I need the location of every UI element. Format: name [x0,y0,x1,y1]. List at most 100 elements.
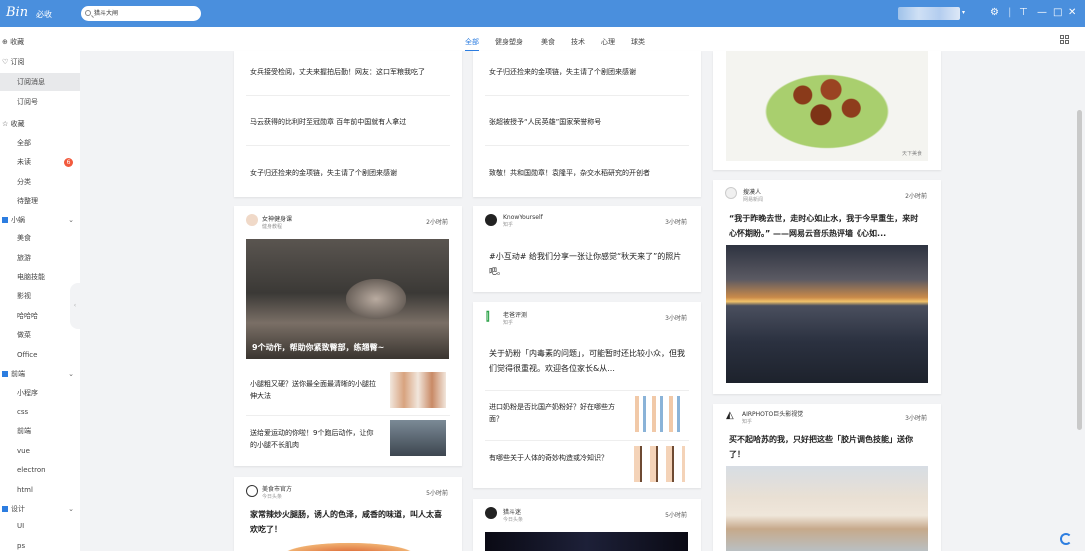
related-item[interactable]: 有哪些关于人体的奇妙构造或冷知识？ [489,452,619,464]
related-item[interactable]: 进口奶粉是否比国产奶粉好？好在哪些方面？ [489,401,619,425]
sidebar-collapse-handle[interactable]: ‹ [70,283,80,329]
close-icon[interactable]: ✕ [1068,6,1076,20]
sidebar-item-haha[interactable]: 哈哈哈 [0,307,80,325]
search-input[interactable]: 猎斗大闸 [81,6,201,21]
sidebar-item-food[interactable]: 美食 [0,229,80,247]
sidebar-item-category[interactable]: 分类 [0,173,80,191]
related-thumbnail[interactable] [629,446,685,482]
sidebar-item-movies[interactable]: 影视 [0,287,80,305]
scrollbar[interactable] [1077,110,1082,430]
image-credit: 天下美食 [901,151,922,157]
app-logo: Bin [6,5,29,20]
maximize-icon[interactable]: □ [1053,6,1062,20]
source-avatar [485,507,497,519]
divider [246,145,450,146]
sidebar-group-design[interactable]: 设计 ⌄ [0,500,80,518]
search-value: 猎斗大闸 [94,10,119,17]
sidebar-collect[interactable]: ☆ 收藏 [0,115,80,133]
settings-icon[interactable]: ⚙ [990,6,999,20]
sidebar-item-ps[interactable]: ps [0,537,80,551]
sidebar-item-electron[interactable]: electron [0,461,80,479]
source-name[interactable]: AIRPHOTO巨头影视觉 知乎 [742,409,803,425]
user-avatar[interactable] [898,7,960,20]
article-title[interactable]: “我于昨晚去世，走时心如止水，我于今早重生，来时心怀期盼。” ——网易云音乐热评… [729,211,925,241]
source-name[interactable]: KnowYourself 知乎 [503,214,543,228]
post-time: 2小时前 [905,193,927,200]
sidebar-item-subscribe-accounts[interactable]: 订阅号 [0,93,80,111]
sidebar: ⊕ 收藏 ♡ 订阅 订阅消息 订阅号 ☆ 收藏 全部 未读 6 分类 待整理 小蜗… [0,27,80,551]
news-item[interactable]: 女兵接受检阅，丈夫来握拍后勤！网友：这口军粮我吃了 [250,67,446,77]
tab-ball-sports[interactable]: 球类 [631,37,645,47]
sidebar-item-todo[interactable]: 待整理 [0,192,80,210]
article-title[interactable]: 家常辣炒火腿肠，诱人的色泽，咸香的味道，叫人太喜欢吃了！ [250,507,446,537]
search-icon [85,10,91,16]
article-image[interactable] [726,466,928,551]
tab-food[interactable]: 美食 [541,37,555,47]
news-item[interactable]: 致敬！共和国勋章！袁隆平，杂交水稻研究的开创者 [489,168,685,178]
feed-card-airphoto: ◭ AIRPHOTO巨头影视觉 知乎 3小时前 买不起哈苏的我，只好把这些「胶片调… [713,404,941,551]
article-image[interactable]: 天下美食 [726,51,928,161]
related-item[interactable]: 送给爱运动的你啦！9个跑后动作，让你的小腿不长肌肉 [250,427,380,451]
source-name[interactable]: 搜漠人 网易新闻 [743,187,763,203]
folder-icon [2,506,8,512]
workout-figure [346,279,406,319]
folder-icon [2,371,8,377]
sidebar-group-frontend[interactable]: 前端 ⌄ [0,365,80,383]
source-name[interactable]: 猎斗迷 今日头条 [503,507,523,523]
sidebar-item-cooking[interactable]: 做菜 [0,326,80,344]
sidebar-item-pc-skills[interactable]: 电脑技能 [0,268,80,286]
news-item[interactable]: 张超被授予“人民英雄”国家荣誉称号 [489,117,685,127]
post-time: 3小时前 [665,315,687,322]
tab-psychology[interactable]: 心理 [601,37,615,47]
article-image[interactable] [274,541,424,551]
news-item[interactable]: 马云获得的比利时至冠勋章 百年前中国就有人拿过 [250,117,446,127]
post-time: 2小时前 [426,219,448,226]
sidebar-item-office[interactable]: Office [0,346,80,364]
article-title[interactable]: 买不起哈苏的我，只好把这些「胶片调色技能」送你了！ [729,432,925,462]
tab-all[interactable]: 全部 [465,37,479,51]
image-caption: 9个动作，帮助你紧致臀部，练翘臀~ [252,343,385,352]
sidebar-item-subscribe-messages[interactable]: 订阅消息 [0,73,80,91]
sidebar-item-unread[interactable]: 未读 6 [0,153,80,171]
sidebar-item-miniprogram[interactable]: 小程序 [0,384,80,402]
folder-icon [2,217,8,223]
tab-tech[interactable]: 技术 [571,37,585,47]
article-image[interactable]: 9个动作，帮助你紧致臀部，练翘臀~ [246,239,449,359]
source-name[interactable]: 老爸评测 知乎 [503,310,527,326]
article-title[interactable]: 关于奶粉「内毒素的问题」，可能暂时还比较小众，但我们觉得很重视。欢迎各位家长&从… [489,346,685,376]
related-thumbnail[interactable] [390,372,446,408]
divider [246,415,450,416]
sidebar-item-all[interactable]: 全部 [0,134,80,152]
sidebar-favorites[interactable]: ⊕ 收藏 [0,33,80,51]
source-avatar: ◭ [726,410,734,421]
sidebar-group-xiaowo[interactable]: 小蜗 ⌄ [0,211,80,229]
related-thumbnail[interactable] [390,420,446,456]
sidebar-item-vue[interactable]: vue [0,442,80,460]
article-image[interactable] [485,532,688,551]
source-name[interactable]: 美食市官方 今日头条 [262,484,292,500]
divider [485,440,689,441]
related-thumbnail[interactable] [629,396,685,432]
sidebar-item-html[interactable]: html [0,481,80,499]
source-name[interactable]: 女神健身课 健身教程 [262,214,292,230]
post-time: 5小时前 [665,512,687,519]
sidebar-item-css[interactable]: css [0,403,80,421]
sidebar-item-frontend[interactable]: 前端 [0,422,80,440]
refresh-icon[interactable] [1060,533,1072,545]
news-item[interactable]: 女子归还捡来的金项链，失主请了个剧团来感谢 [489,67,685,77]
sidebar-subscribe[interactable]: ♡ 订阅 [0,53,80,71]
article-title[interactable]: #小互动# 给我们分享一张让你感觉“秋天来了”的照片吧。 [489,249,685,279]
chevron-down-icon: ⌄ [68,505,74,513]
article-image[interactable] [726,245,928,383]
news-item[interactable]: 女子归还捡来的金项链，失主请了个剧团来感谢 [250,168,446,178]
related-item[interactable]: 小腿粗又硬？送你最全面最清晰的小腿拉伸大法 [250,378,380,402]
tab-fitness[interactable]: 健身塑身 [495,37,523,47]
heart-icon: ♡ [2,58,9,66]
chevron-down-icon: ⌄ [68,370,74,378]
grid-view-icon[interactable] [1060,35,1069,44]
user-menu-caret-icon[interactable]: ▾ [962,6,965,20]
sidebar-item-travel[interactable]: 旅游 [0,249,80,267]
minimize-icon[interactable]: — [1037,6,1047,20]
pin-icon[interactable]: ⊤ [1019,6,1028,20]
sidebar-item-ui[interactable]: UI [0,517,80,535]
